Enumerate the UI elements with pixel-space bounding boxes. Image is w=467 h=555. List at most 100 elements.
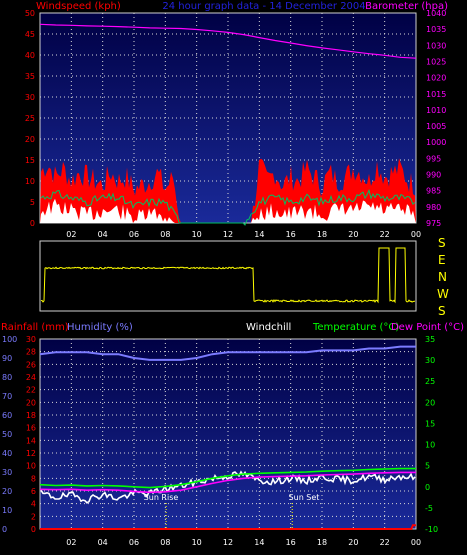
humidity-axis-title: Humidity (%) (67, 322, 133, 333)
temperature-tick-label: 15 (425, 419, 435, 428)
rainfall-tick-label: 24 (26, 373, 36, 382)
temperature-tick-label: -10 (425, 525, 438, 534)
graph-title: 24 hour graph data - 14 December 2004 (162, 1, 365, 12)
barometer-tick-label: 1030 (426, 41, 446, 50)
windspeed-tick-label: 15 (25, 156, 35, 165)
x-tick-label: 20 (348, 538, 358, 547)
barometer-tick-label: 1005 (426, 122, 446, 131)
x-tick-label: 04 (98, 230, 108, 239)
x-tick-label: 04 (98, 538, 108, 547)
barometer-tick-label: 995 (426, 154, 441, 163)
barometer-tick-label: 985 (426, 187, 441, 196)
x-tick-label: 12 (223, 230, 233, 239)
windspeed-axis-title: Windspeed (kph) (36, 1, 121, 12)
humidity-tick-label: 70 (2, 392, 12, 401)
rainfall-tick-label: 12 (26, 449, 36, 458)
rainfall-tick-label: 8 (31, 474, 36, 483)
rainfall-axis-title: Rainfall (mm) (1, 322, 69, 333)
windspeed-tick-label: 50 (25, 9, 35, 18)
x-tick-label: 08 (160, 230, 170, 239)
barometer-tick-label: 975 (426, 219, 441, 228)
rainfall-tick-label: 0 (31, 525, 36, 534)
x-tick-label: 02 (66, 538, 76, 547)
windspeed-tick-label: 10 (25, 177, 35, 186)
compass-label: S (438, 236, 446, 250)
x-tick-label: 12 (223, 538, 233, 547)
barometer-tick-label: 1040 (426, 9, 446, 18)
rainfall-tick-label: 4 (31, 500, 36, 509)
temperature-tick-label: -5 (425, 504, 433, 513)
humidity-tick-label: 40 (2, 449, 12, 458)
weather-graph: Windspeed (kph) 24 hour graph data - 14 … (1, 1, 464, 547)
humidity-tick-label: 90 (2, 354, 12, 363)
humidity-tick-label: 30 (2, 468, 12, 477)
x-tick-label: 16 (286, 230, 296, 239)
compass-label: E (438, 253, 446, 267)
sun-rise-label: Sun Rise (144, 493, 179, 502)
x-tick-label: 16 (286, 538, 296, 547)
windspeed-tick-label: 40 (25, 51, 35, 60)
rainfall-tick-label: 10 (26, 462, 36, 471)
sun-set-label: Sun Set (289, 493, 320, 502)
humidity-tick-label: 80 (2, 373, 12, 382)
windspeed-tick-label: 35 (25, 72, 35, 81)
barometer-tick-label: 990 (426, 171, 441, 180)
rainfall-tick-label: 14 (26, 436, 36, 445)
rainfall-tick-label: 22 (26, 386, 36, 395)
temperature-tick-label: 30 (425, 356, 435, 365)
windspeed-tick-label: 25 (25, 114, 35, 123)
barometer-tick-label: 1015 (426, 90, 446, 99)
x-tick-label: 22 (380, 538, 390, 547)
x-tick-label: 18 (317, 230, 327, 239)
windspeed-tick-label: 20 (25, 135, 35, 144)
barometer-tick-label: 1020 (426, 74, 446, 83)
windspeed-tick-label: 30 (25, 93, 35, 102)
x-tick-label: 06 (129, 230, 139, 239)
x-tick-label: 06 (129, 538, 139, 547)
x-tick-label: 00 (411, 230, 421, 239)
x-tick-label: 10 (192, 538, 202, 547)
rainfall-tick-label: 6 (31, 487, 36, 496)
windspeed-tick-label: 0 (30, 219, 35, 228)
temperature-tick-label: 20 (425, 398, 435, 407)
windspeed-tick-label: 5 (30, 198, 35, 207)
x-tick-label: 14 (254, 230, 264, 239)
compass-label: S (438, 304, 446, 318)
x-tick-label: 18 (317, 538, 327, 547)
barometer-tick-label: 1025 (426, 57, 446, 66)
x-tick-label: 02 (66, 230, 76, 239)
barometer-tick-label: 1000 (426, 138, 446, 147)
rainfall-tick-label: 30 (26, 335, 36, 344)
temperature-tick-label: 5 (425, 462, 430, 471)
rainfall-tick-label: 16 (26, 424, 36, 433)
x-tick-label: 14 (254, 538, 264, 547)
temperature-tick-label: 35 (425, 335, 435, 344)
humidity-tick-label: 100 (2, 335, 17, 344)
humidity-tick-label: 0 (2, 525, 7, 534)
windchill-axis-title: Windchill (246, 322, 291, 333)
barometer-tick-label: 1010 (426, 106, 446, 115)
humidity-tick-label: 10 (2, 506, 12, 515)
x-tick-label: 22 (380, 230, 390, 239)
humidity-tick-label: 20 (2, 487, 12, 496)
temperature-tick-label: 10 (425, 441, 435, 450)
barometer-tick-label: 1035 (426, 25, 446, 34)
x-tick-label: 08 (160, 538, 170, 547)
temperature-tick-label: 0 (425, 483, 430, 492)
temperature-tick-label: 25 (425, 377, 435, 386)
temperature-axis-title: Temperature (°C) (312, 322, 399, 333)
humidity-tick-label: 50 (2, 430, 12, 439)
x-tick-label: 00 (411, 538, 421, 547)
compass-labels: S E N W S (437, 236, 449, 318)
compass-label: N (438, 270, 447, 284)
compass-label: W (437, 287, 449, 301)
rainfall-tick-label: 20 (26, 398, 36, 407)
windspeed-tick-label: 45 (25, 30, 35, 39)
rainfall-tick-label: 2 (31, 512, 36, 521)
barometer-tick-label: 980 (426, 203, 441, 212)
rainfall-tick-label: 18 (26, 411, 36, 420)
x-tick-label: 10 (192, 230, 202, 239)
rainfall-tick-label: 26 (26, 360, 36, 369)
humidity-tick-label: 60 (2, 411, 12, 420)
rainfall-tick-label: 28 (26, 348, 36, 357)
